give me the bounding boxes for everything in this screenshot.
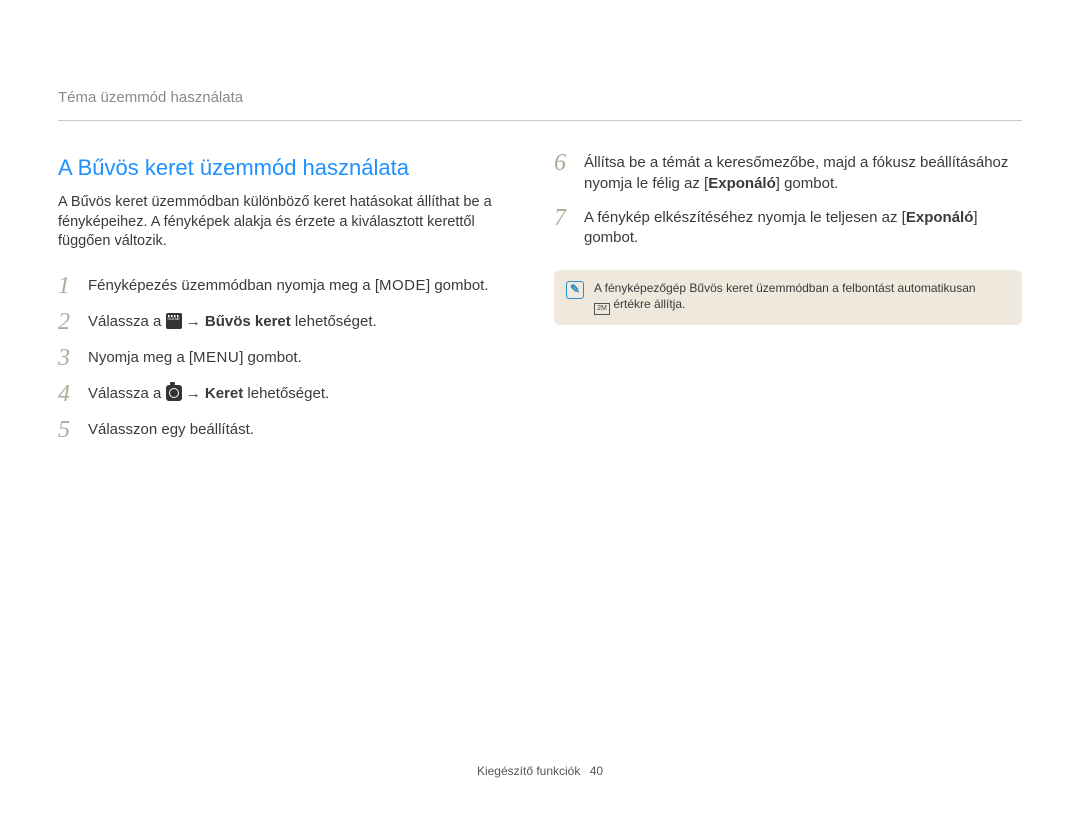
text: ] gombot. [426,277,489,294]
shutter-key-label: Exponáló [906,209,974,226]
steps-list-left: 1 Fényképezés üzemmódban nyomja meg a [M… [58,276,526,442]
step-3: 3 Nyomja meg a [MENU] gombot. [58,348,526,370]
shutter-key-label: Exponáló [708,175,776,192]
resolution-icon: 2M [594,303,610,315]
step-number: 7 [554,206,572,230]
step-number: 1 [58,274,76,298]
step-text: Válasszon egy beállítást. [88,420,526,440]
text: A fényképezőgép Bűvös keret üzemmódban a… [594,281,976,295]
right-column: 6 Állítsa be a témát a keresőmezőbe, maj… [554,153,1022,455]
menu-key-label: MENU [193,349,239,366]
text: ] gombot. [239,349,302,366]
step-number: 2 [58,310,76,334]
step-text: Állítsa be a témát a keresőmezőbe, majd … [584,153,1022,194]
left-column: A Bűvös keret üzemmód használata A Bűvös… [58,153,526,455]
step-6: 6 Állítsa be a témát a keresőmezőbe, maj… [554,153,1022,194]
arrow-icon: → [186,385,201,402]
step-number: 3 [58,346,76,370]
page-footer: Kiegészítő funkciók 40 [0,763,1080,779]
arrow-icon: → [186,313,201,330]
text: Válassza a [88,385,166,402]
scene-icon [166,313,182,329]
text: lehetőséget. [243,385,329,402]
step-text: Válassza a → Bűvös keret lehetőséget. [88,312,526,332]
note-text: A fényképezőgép Bűvös keret üzemmódban a… [594,280,976,315]
text: Nyomja meg a [ [88,349,193,366]
step-number: 5 [58,418,76,442]
two-column-layout: A Bűvös keret üzemmód használata A Bűvös… [58,153,1022,455]
step-7: 7 A fénykép elkészítéséhez nyomja le tel… [554,208,1022,249]
text: A fénykép elkészítéséhez nyomja le telje… [584,209,906,226]
step-4: 4 Válassza a → Keret lehetőséget. [58,384,526,406]
running-head: Téma üzemmód használata [58,88,1022,121]
step-text: Nyomja meg a [MENU] gombot. [88,348,526,368]
section-title: A Bűvös keret üzemmód használata [58,153,526,183]
step-number: 4 [58,382,76,406]
step-1: 1 Fényképezés üzemmódban nyomja meg a [M… [58,276,526,298]
step-text: A fénykép elkészítéséhez nyomja le telje… [584,208,1022,249]
footer-page-number: 40 [590,764,603,778]
note-icon: ✎ [566,281,584,299]
step-2: 2 Válassza a → Bűvös keret lehetőséget. [58,312,526,334]
bold-label: Keret [205,385,243,402]
text: ] gombot. [776,175,839,192]
camera-icon [166,385,182,401]
step-number: 6 [554,151,572,175]
text: értékre állítja. [610,297,685,311]
intro-paragraph: A Bűvös keret üzemmódban különböző keret… [58,193,526,252]
bold-label: Bűvös keret [205,313,291,330]
step-5: 5 Válasszon egy beállítást. [58,420,526,442]
step-text: Fényképezés üzemmódban nyomja meg a [MOD… [88,276,526,296]
note-card: ✎ A fényképezőgép Bűvös keret üzemmódban… [554,270,1022,325]
step-text: Válassza a → Keret lehetőséget. [88,384,526,404]
text: Fényképezés üzemmódban nyomja meg a [ [88,277,379,294]
footer-section: Kiegészítő funkciók [477,764,580,778]
text: lehetőséget. [291,313,377,330]
steps-list-right: 6 Állítsa be a témát a keresőmezőbe, maj… [554,153,1022,248]
text: Válassza a [88,313,166,330]
mode-key-label: MODE [379,277,426,294]
